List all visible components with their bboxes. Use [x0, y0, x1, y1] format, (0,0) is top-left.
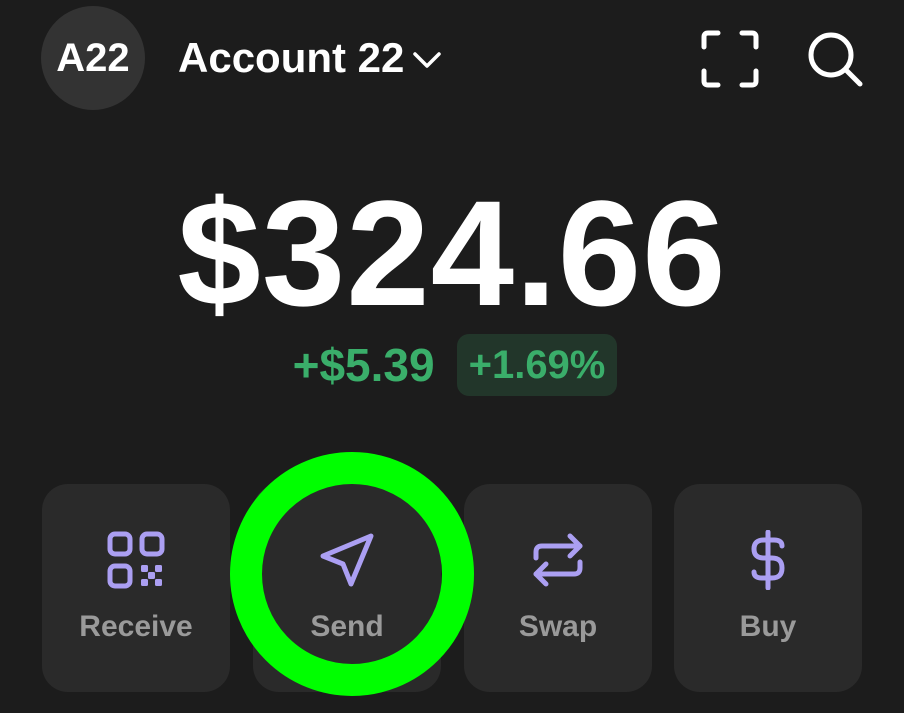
total-balance: $324.66 — [177, 169, 727, 337]
balance-change-row: +$5.39 +1.69% — [0, 334, 904, 396]
balance-change-percent-badge: +1.69% — [456, 334, 618, 396]
buy-button[interactable]: Buy — [674, 484, 862, 692]
account-avatar[interactable]: A22 — [41, 6, 145, 110]
receive-label: Receive — [79, 610, 193, 643]
receive-button[interactable]: Receive — [42, 484, 230, 692]
scan-icon[interactable] — [700, 29, 760, 89]
send-label: Send — [310, 610, 384, 643]
send-button[interactable]: Send — [253, 484, 441, 692]
chevron-down-icon — [413, 52, 442, 68]
swap-label: Swap — [518, 610, 598, 643]
avatar-initials: A22 — [56, 35, 130, 80]
qr-code-icon — [107, 531, 165, 589]
buy-label: Buy — [739, 610, 797, 643]
swap-icon — [533, 533, 583, 587]
wallet-home-screen: A22 Account 22 $324.66 +$5.39 +1.69% Rec… — [0, 0, 904, 713]
balance-change-amount: +$5.39 — [292, 339, 435, 391]
send-icon — [320, 533, 374, 587]
dollar-icon — [751, 530, 785, 590]
account-switcher[interactable]: Account 22 — [178, 30, 442, 86]
account-name: Account 22 — [178, 34, 405, 81]
swap-button[interactable]: Swap — [464, 484, 652, 692]
search-icon[interactable] — [805, 29, 865, 89]
